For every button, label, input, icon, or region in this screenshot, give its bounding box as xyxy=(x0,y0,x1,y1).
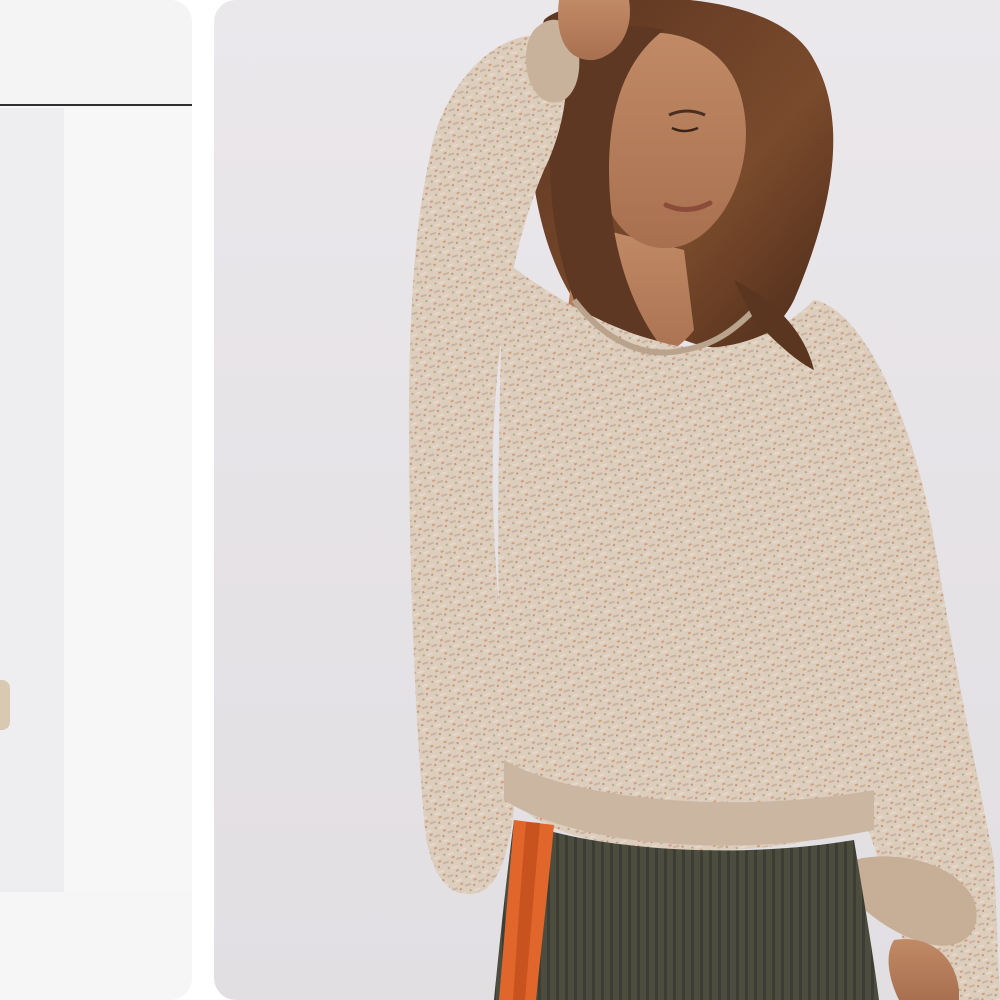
previous-product-detail xyxy=(0,680,10,730)
previous-card-header xyxy=(0,0,192,104)
previous-product-image xyxy=(64,108,192,892)
product-photo xyxy=(409,0,1000,1000)
previous-card-divider xyxy=(0,104,192,106)
previous-product-image-edge xyxy=(0,108,64,892)
previous-product-card[interactable] xyxy=(0,0,192,1000)
image-carousel xyxy=(0,0,1000,1000)
current-product-card[interactable] xyxy=(214,0,1000,1000)
